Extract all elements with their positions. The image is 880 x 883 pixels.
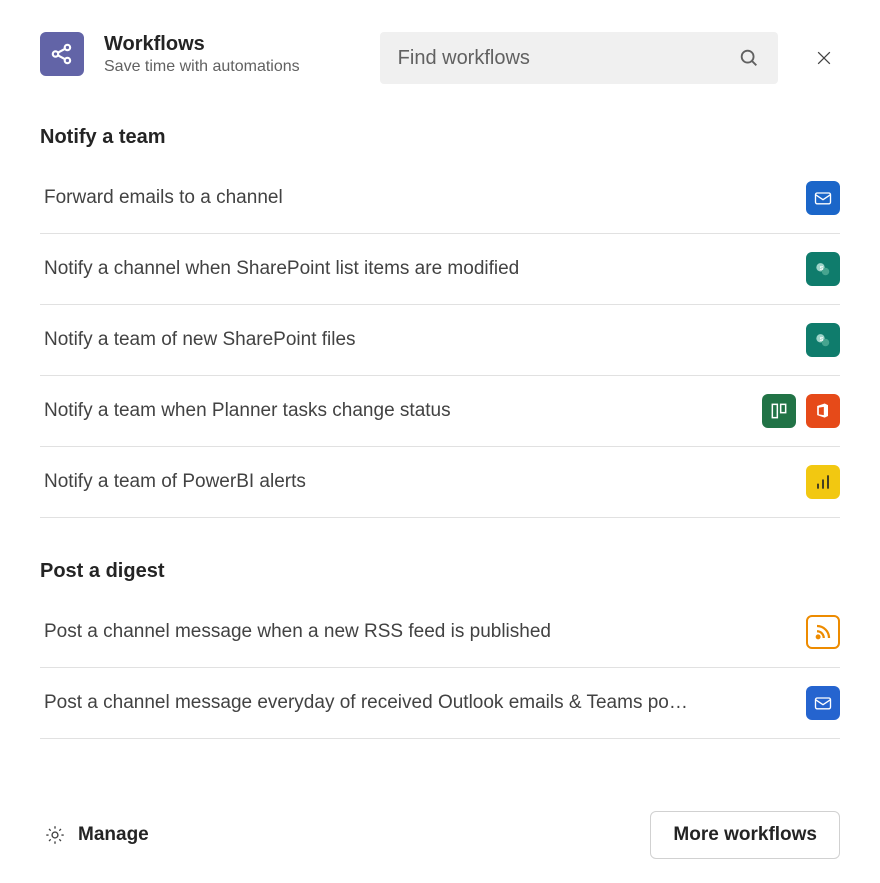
close-icon	[814, 48, 834, 68]
page-title: Workflows	[104, 32, 300, 56]
office-icon	[806, 394, 840, 428]
manage-button[interactable]: Manage	[40, 816, 153, 854]
page-subtitle: Save time with automations	[104, 58, 300, 76]
workflow-list: Notify a team Forward emails to a channe…	[40, 126, 840, 791]
workflow-item[interactable]: Forward emails to a channel	[40, 163, 840, 234]
search-field[interactable]	[380, 32, 778, 84]
planner-icon	[762, 394, 796, 428]
manage-label: Manage	[78, 824, 149, 846]
footer: Manage More workflows	[40, 791, 840, 859]
powerbi-icon	[806, 465, 840, 499]
outlook-icon	[806, 686, 840, 720]
workflow-label: Post a channel message when a new RSS fe…	[44, 621, 806, 643]
section-post-a-digest: Post a digest Post a channel message whe…	[40, 560, 840, 739]
sharepoint-icon: S	[806, 323, 840, 357]
workflow-label: Forward emails to a channel	[44, 187, 806, 209]
section-notify-a-team: Notify a team Forward emails to a channe…	[40, 126, 840, 518]
header: Workflows Save time with automations	[40, 32, 840, 84]
sharepoint-icon: S	[806, 252, 840, 286]
section-title: Notify a team	[40, 126, 840, 149]
search-icon	[738, 47, 760, 69]
workflow-label: Notify a channel when SharePoint list it…	[44, 258, 806, 280]
close-button[interactable]	[808, 42, 840, 74]
workflow-item[interactable]: Post a channel message everyday of recei…	[40, 668, 840, 739]
workflow-item[interactable]: Notify a channel when SharePoint list it…	[40, 234, 840, 305]
workflow-label: Notify a team when Planner tasks change …	[44, 400, 762, 422]
workflow-item[interactable]: Post a channel message when a new RSS fe…	[40, 597, 840, 668]
rss-icon	[806, 615, 840, 649]
title-block: Workflows Save time with automations	[104, 32, 300, 76]
workflows-app-icon	[40, 32, 84, 76]
outlook-icon	[806, 181, 840, 215]
workflow-item[interactable]: Notify a team of new SharePoint files S	[40, 305, 840, 376]
workflow-label: Notify a team of new SharePoint files	[44, 329, 806, 351]
svg-text:S: S	[820, 266, 824, 272]
svg-text:S: S	[820, 337, 824, 343]
search-input[interactable]	[398, 47, 738, 70]
workflow-label: Notify a team of PowerBI alerts	[44, 471, 806, 493]
workflow-item[interactable]: Notify a team when Planner tasks change …	[40, 376, 840, 447]
workflow-item[interactable]: Notify a team of PowerBI alerts	[40, 447, 840, 518]
section-title: Post a digest	[40, 560, 840, 583]
more-workflows-button[interactable]: More workflows	[650, 811, 840, 859]
gear-icon	[44, 824, 66, 846]
workflow-label: Post a channel message everyday of recei…	[44, 692, 806, 714]
